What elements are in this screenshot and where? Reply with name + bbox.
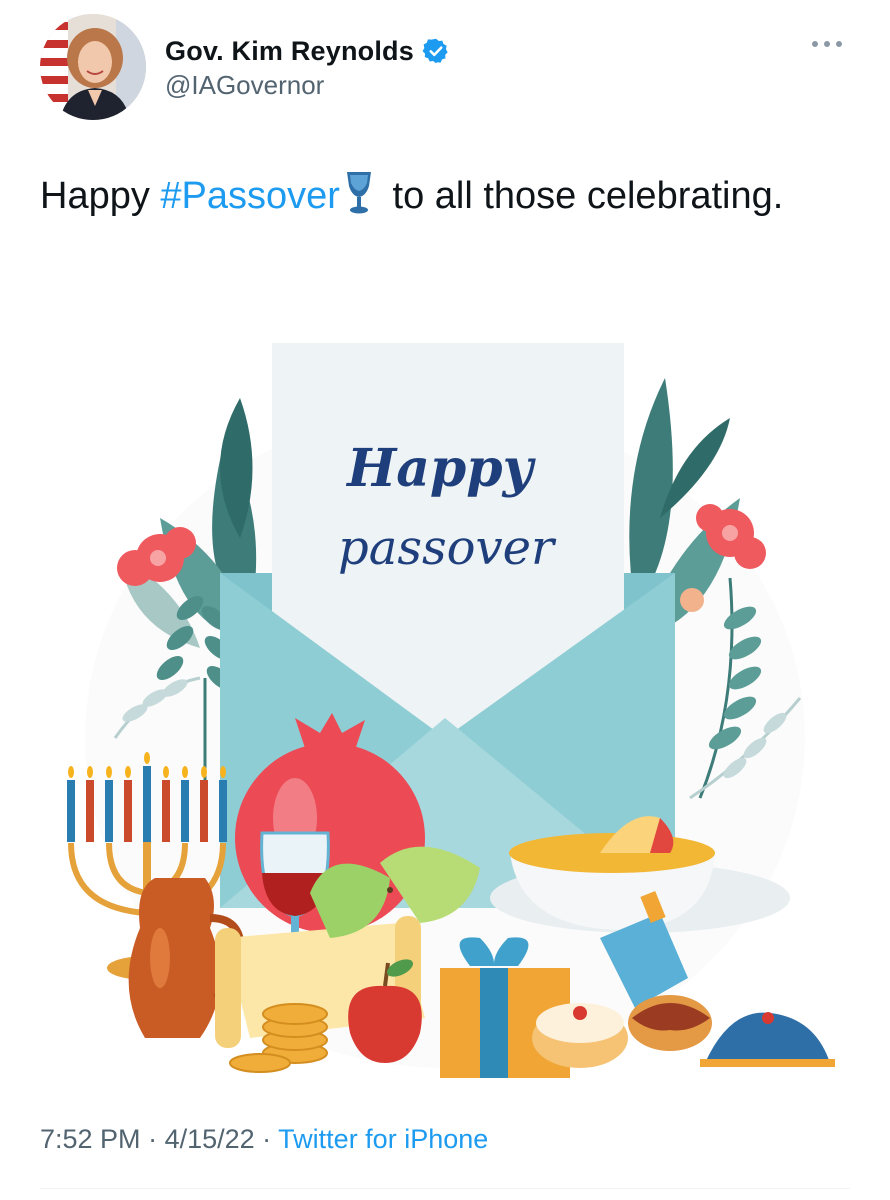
author-handle[interactable]: @IAGovernor xyxy=(165,70,450,101)
tweet-text: Happy #Passover to all those celebrating… xyxy=(40,168,840,224)
tweet-header: Gov. Kim Reynolds @IAGovernor xyxy=(40,14,850,124)
display-name[interactable]: Gov. Kim Reynolds xyxy=(165,36,414,67)
meta-separator: · xyxy=(140,1124,165,1154)
card-title: Happy xyxy=(345,438,537,499)
avatar[interactable] xyxy=(40,14,146,120)
divider xyxy=(40,1188,850,1189)
tweet-text-after: to all those celebrating. xyxy=(381,175,784,217)
author-info: Gov. Kim Reynolds @IAGovernor xyxy=(165,34,450,101)
hashtag-link[interactable]: #Passover xyxy=(160,175,340,217)
tweet-image[interactable]: Happy passover xyxy=(40,318,850,1088)
tweet-text-before: Happy xyxy=(40,175,161,217)
tweet-meta: 7:52 PM · 4/15/22 · Twitter for iPhone xyxy=(40,1124,488,1155)
card-subtitle: passover xyxy=(338,520,557,576)
name-row: Gov. Kim Reynolds xyxy=(165,34,450,68)
goblet-emoji xyxy=(344,170,374,216)
kippah-graphic xyxy=(700,1012,835,1067)
verified-badge-icon xyxy=(422,37,450,65)
tweet-time[interactable]: 7:52 PM xyxy=(40,1124,141,1154)
tweet-date[interactable]: 4/15/22 xyxy=(165,1124,255,1154)
more-options-icon[interactable] xyxy=(809,34,845,54)
meta-separator: · xyxy=(254,1124,279,1154)
tweet-source[interactable]: Twitter for iPhone xyxy=(278,1124,488,1154)
